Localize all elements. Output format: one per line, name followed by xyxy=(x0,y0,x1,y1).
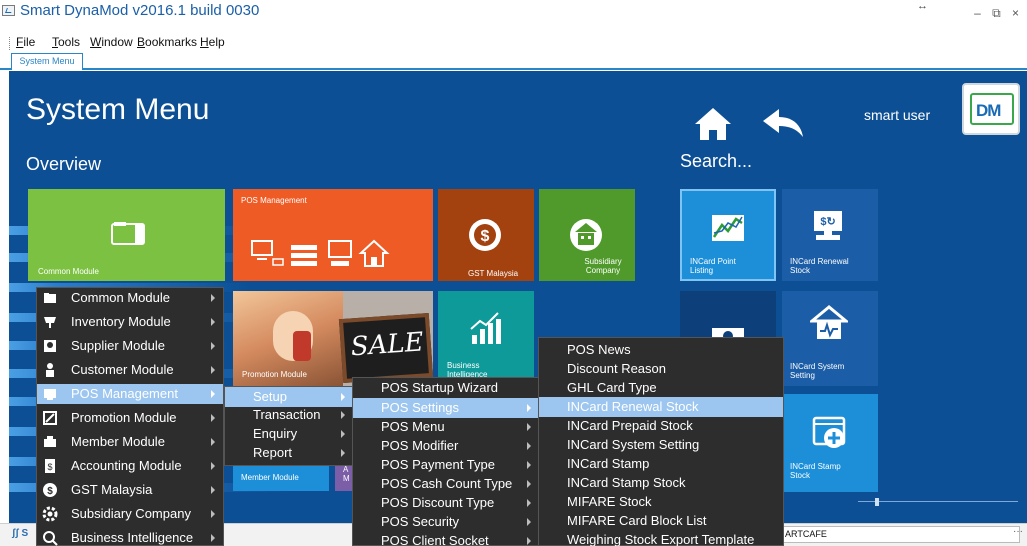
menu-item-setup[interactable]: Setup xyxy=(225,387,353,407)
page-title: System Menu xyxy=(26,93,210,126)
stamp-add-icon xyxy=(812,416,846,448)
user-name: smart user xyxy=(864,107,931,123)
menu-window[interactable]: Window xyxy=(90,35,133,49)
resize-icon: ↔ xyxy=(917,0,928,12)
person-icon xyxy=(46,363,54,377)
building-icon xyxy=(570,219,602,251)
tile-business-intelligence[interactable]: Business Intelligence xyxy=(438,291,534,386)
accounting-icon: $ xyxy=(45,459,55,473)
menu-pos-settings: POS News Discount Reason GHL Card Type I… xyxy=(538,337,784,546)
promo-photo-bottle xyxy=(293,331,311,361)
status-more-icon[interactable]: ··· xyxy=(1013,526,1023,537)
tile-label: GST Malaysia xyxy=(468,269,519,278)
tile-promotion-module[interactable]: SALE Promotion Module xyxy=(233,291,433,386)
pos-icon xyxy=(44,389,56,400)
tile-incard-renewal-stock[interactable]: $↻ INCard Renewal Stock xyxy=(782,189,878,281)
menubar-grip xyxy=(9,37,11,50)
tile-label: INCard Renewal Stock xyxy=(790,257,849,275)
pos-devices-icon xyxy=(251,239,390,267)
back-arrow-icon[interactable] xyxy=(761,109,805,139)
tile-label: Subsidiary Company xyxy=(584,257,622,275)
tile-label: INCard Stamp Stock xyxy=(790,462,841,480)
app-icon xyxy=(2,5,15,16)
menu-bar: File Tools Window Bookmarks Help xyxy=(0,33,1027,53)
sale-sign-text: SALE xyxy=(349,327,425,363)
tile-label: POS Management xyxy=(241,196,307,205)
tile-incard-point-listing[interactable]: INCard Point Listing xyxy=(680,189,776,281)
zoom-slider-track[interactable] xyxy=(858,501,1018,502)
tile-label: INCard Point Listing xyxy=(690,257,736,275)
search-label[interactable]: Search... xyxy=(680,151,752,172)
tile-label: AM xyxy=(343,465,350,483)
tile-incard-system-setting[interactable]: INCard System Setting xyxy=(782,291,878,386)
menu-item-incard-renewal-stock[interactable]: INCard Renewal Stock xyxy=(539,397,783,417)
dollar-icon: $ xyxy=(43,483,57,497)
company-logo: DM xyxy=(962,83,1020,135)
tile-pos-management[interactable]: POS Management xyxy=(233,189,433,281)
window-title: Smart DynaMod v2016.1 build 0030 xyxy=(20,2,260,19)
menu-setup: POS Startup Wizard POS Settings POS Menu… xyxy=(352,377,540,546)
gear-icon xyxy=(42,506,58,522)
tile-gst-malaysia[interactable]: $ GST Malaysia xyxy=(438,189,534,281)
svg-text:$: $ xyxy=(481,228,490,245)
card-renewal-icon: $↻ xyxy=(814,211,842,240)
tile-subsidiary-company[interactable]: Subsidiary Company xyxy=(539,189,635,281)
menu-bookmarks[interactable]: Bookmarks xyxy=(137,35,197,49)
status-outlet-text: ARTCAFE xyxy=(785,529,827,539)
tile-common-module[interactable]: Common Module xyxy=(28,189,225,281)
overview-heading: Overview xyxy=(26,154,102,174)
menu-item-pos-management[interactable]: POS Management xyxy=(37,384,223,404)
app-window: Smart DynaMod v2016.1 build 0030 ↔ – ⧉ ×… xyxy=(0,0,1027,546)
menu-item-pos-settings[interactable]: POS Settings xyxy=(353,398,539,418)
house-monitor-icon xyxy=(810,305,848,339)
logo-frame: DM xyxy=(970,93,1014,125)
svg-text:$: $ xyxy=(47,486,53,497)
folder-icon xyxy=(111,222,145,245)
tab-system-menu[interactable]: System Menu xyxy=(11,53,83,70)
svg-text:$: $ xyxy=(47,462,52,472)
zoom-slider-thumb[interactable] xyxy=(875,498,879,506)
menu-file[interactable]: File xyxy=(16,35,35,49)
menu-help[interactable]: Help xyxy=(200,35,225,49)
tile-label: INCard System Setting xyxy=(790,362,845,380)
tile-label: Common Module xyxy=(38,267,99,276)
menu-pos-management: Setup Transaction Enquiry Report xyxy=(224,386,354,466)
home-icon[interactable] xyxy=(693,106,733,142)
promotion-icon xyxy=(43,411,57,425)
tile-label: Promotion Module xyxy=(242,370,307,379)
tile-incard-stamp-stock[interactable]: INCard Stamp Stock xyxy=(782,394,878,492)
supplier-icon xyxy=(44,340,56,352)
folder-icon xyxy=(44,293,56,303)
chart-line-icon xyxy=(712,215,744,241)
svg-text:$↻: $↻ xyxy=(820,216,835,228)
dollar-icon: $ xyxy=(469,219,501,251)
sale-sign: SALE xyxy=(338,312,433,384)
window-controls[interactable]: – ⧉ × xyxy=(974,6,1023,21)
status-icons: ʃʃ S xyxy=(12,528,29,539)
cart-icon xyxy=(44,317,56,328)
bar-growth-icon xyxy=(470,312,501,344)
logo-text: DM xyxy=(976,101,1001,120)
title-bar: Smart DynaMod v2016.1 build 0030 ↔ – ⧉ × xyxy=(0,0,1027,32)
tile-member-module[interactable]: Member Module xyxy=(233,463,329,491)
tile-label: Member Module xyxy=(241,473,299,482)
bi-icon xyxy=(43,531,58,546)
menu-tools[interactable]: Tools xyxy=(52,35,80,49)
member-icon xyxy=(44,436,56,447)
menu-main-modules: Common Module Inventory Module Supplier … xyxy=(36,287,224,546)
tab-strip: System Menu xyxy=(0,52,1027,70)
